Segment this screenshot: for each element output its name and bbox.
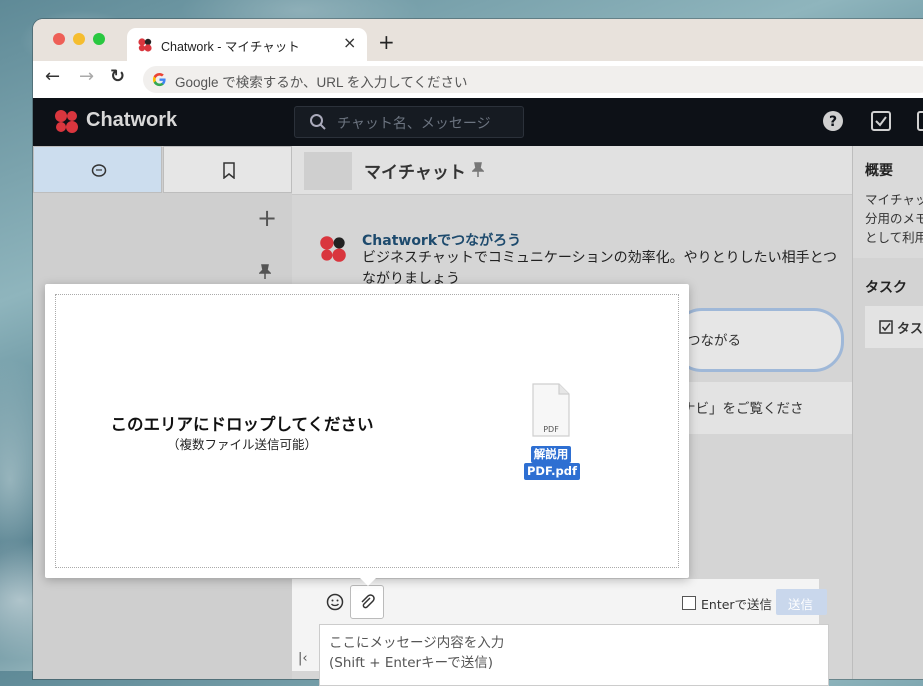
room-info-panel: 概要 マイチャッ 分用のメモ として利用 タスク タス xyxy=(852,146,923,679)
search-icon xyxy=(310,114,326,130)
task-check-icon[interactable] xyxy=(870,110,892,132)
paperclip-icon xyxy=(361,594,375,609)
collapse-sidebar-icon[interactable]: |‹ xyxy=(298,651,308,666)
room-avatar xyxy=(304,152,352,190)
message-sender: Chatworkでつながろう xyxy=(362,233,522,249)
zoom-window-button[interactable] xyxy=(93,33,105,45)
chatwork-logo-icon xyxy=(55,110,78,133)
navi-text: ナビ」をご覧くださ xyxy=(682,401,804,417)
room-name: マイチャット xyxy=(364,163,466,183)
chat-bubble-icon xyxy=(91,164,107,177)
add-room-button[interactable]: + xyxy=(257,204,277,232)
emoji-icon[interactable] xyxy=(326,593,344,611)
minimize-window-button[interactable] xyxy=(73,33,85,45)
pin-icon xyxy=(259,264,271,279)
file-drop-overlay: このエリアにドロップしてください （複数ファイル送信可能） xyxy=(45,284,689,578)
svg-text:?: ? xyxy=(829,114,837,130)
message-input-placeholder: ここにメッセージ内容を入力 (Shift + Enterキーで送信) xyxy=(329,635,505,671)
attach-file-button[interactable] xyxy=(350,585,384,619)
browser-toolbar: ← → ↻ Google で検索するか、URL を入力してください xyxy=(33,61,923,99)
tab-bookmarks[interactable] xyxy=(163,146,292,193)
search-placeholder: チャット名、メッセージ xyxy=(337,116,491,132)
help-icon[interactable]: ? xyxy=(822,110,844,132)
add-task-button[interactable]: タス xyxy=(865,306,923,348)
sender-avatar-icon xyxy=(320,236,346,262)
close-window-button[interactable] xyxy=(53,33,65,45)
enter-send-label: Enterで送信 xyxy=(701,597,773,612)
tab-title: Chatwork - マイチャット xyxy=(161,40,300,54)
browser-tab[interactable]: Chatwork - マイチャット × xyxy=(127,28,367,61)
drop-title: このエリアにドロップしてください xyxy=(110,415,374,434)
pdf-badge-text: PDF xyxy=(543,425,559,434)
overview-title: 概要 xyxy=(865,163,893,179)
address-bar-placeholder: Google で検索するか、URL を入力してください xyxy=(175,75,468,90)
overview-text: マイチャッ 分用のメモ として利用 xyxy=(865,192,923,245)
file-icon[interactable] xyxy=(916,110,923,132)
browser-titlebar: Chatwork - マイチャット × + xyxy=(33,19,923,61)
chatwork-favicon-icon xyxy=(138,38,152,52)
connect-button[interactable]: つながる xyxy=(672,308,844,372)
new-tab-button[interactable]: + xyxy=(378,30,395,54)
forward-button[interactable]: → xyxy=(79,66,94,87)
brand-name: Chatwork xyxy=(86,109,178,131)
task-title: タスク xyxy=(865,280,907,296)
back-button[interactable]: ← xyxy=(45,66,60,87)
send-button[interactable]: 送信 xyxy=(776,589,827,615)
enter-send-checkbox[interactable] xyxy=(682,596,696,610)
drop-zone[interactable]: このエリアにドロップしてください （複数ファイル送信可能） xyxy=(55,294,679,568)
bookmark-icon xyxy=(223,162,235,179)
drop-subtitle: （複数ファイル送信可能） xyxy=(166,437,317,452)
google-icon xyxy=(152,72,166,87)
task-checkbox-icon xyxy=(879,320,893,334)
room-pin-icon[interactable] xyxy=(472,162,484,178)
tab-close-icon[interactable]: × xyxy=(343,33,356,52)
dragged-file-label: 解説用 PDF.pdf xyxy=(524,446,580,480)
tab-chats[interactable] xyxy=(33,146,162,193)
room-header: マイチャット xyxy=(292,146,852,195)
message-line-1: ビジネスチャットでコミュニケーションの効率化。やりとりしたい相手とつ xyxy=(362,250,838,266)
address-bar[interactable]: Google で検索するか、URL を入力してください xyxy=(143,66,923,93)
chat-search-input[interactable]: チャット名、メッセージ xyxy=(294,106,524,138)
app-header: Chatwork チャット名、メッセージ ? xyxy=(33,98,923,146)
drop-overlay-pointer xyxy=(360,578,376,586)
message-input[interactable]: ここにメッセージ内容を入力 (Shift + Enterキーで送信) xyxy=(319,624,829,686)
overview-section: 概要 マイチャッ 分用のメモ として利用 xyxy=(853,146,923,258)
reload-button[interactable]: ↻ xyxy=(110,66,125,87)
composer: Enterで送信 送信 ここにメッセージ内容を入力 (Shift + Enter… xyxy=(292,579,829,686)
pdf-file-icon: PDF xyxy=(532,383,570,437)
